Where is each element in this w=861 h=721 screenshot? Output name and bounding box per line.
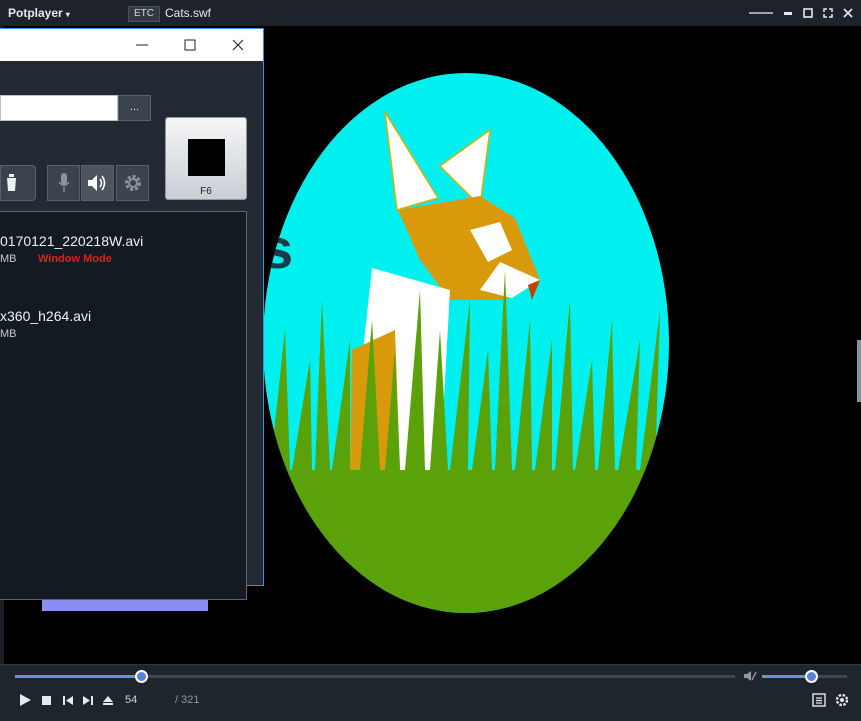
output-path-input[interactable]: [0, 95, 118, 121]
total-duration: / 321: [175, 694, 200, 706]
prev-icon[interactable]: [60, 692, 76, 708]
current-position: 54: [125, 694, 138, 706]
list-item-name[interactable]: 0170121_220218W.avi: [0, 233, 143, 249]
window-mode-tag: Window Mode: [38, 253, 112, 265]
maximize-icon[interactable]: [182, 37, 198, 53]
maximize-icon[interactable]: [803, 8, 813, 18]
dropdown-caret-icon: ▾: [65, 10, 70, 19]
close-icon[interactable]: [230, 37, 246, 53]
stop-icon[interactable]: [39, 692, 55, 708]
recorder-dialog: ... F6 0170121_220218W.avi MB Window Mod…: [0, 28, 264, 600]
speaker-icon: [88, 175, 106, 191]
recording-list[interactable]: 0170121_220218W.avi MB Window Mode x360_…: [0, 211, 247, 600]
fullscreen-icon[interactable]: [823, 8, 833, 18]
color-swatch: [188, 139, 225, 176]
mute-icon[interactable]: [743, 670, 757, 682]
side-panel-handle[interactable]: [857, 340, 861, 402]
dialog-title-bar: [0, 29, 263, 61]
title-bar: Potplayer ▾ ETC Cats.swf: [0, 0, 861, 27]
app-name: Potplayer: [8, 6, 63, 20]
opacity-slider[interactable]: [749, 12, 773, 14]
list-item-size: MB: [0, 253, 17, 265]
gear-icon: [125, 175, 141, 191]
list-item-name[interactable]: x360_h264.avi: [0, 308, 91, 324]
eject-icon[interactable]: [100, 692, 116, 708]
browse-button[interactable]: ...: [118, 95, 151, 121]
settings-icon[interactable]: [834, 692, 850, 708]
trash-icon: [6, 174, 17, 191]
microphone-icon: [58, 173, 70, 192]
volume-bar[interactable]: [762, 670, 847, 683]
microphone-button[interactable]: [47, 165, 80, 201]
seek-progress: [15, 675, 141, 678]
title-letter-s: s: [262, 217, 293, 280]
play-icon[interactable]: [17, 692, 33, 708]
minimize-icon[interactable]: [783, 8, 793, 18]
file-name: Cats.swf: [165, 6, 212, 20]
volume-handle[interactable]: [805, 670, 819, 683]
playlist-icon[interactable]: [811, 692, 827, 708]
app-menu-button[interactable]: Potplayer ▾: [8, 6, 70, 20]
volume-level: [762, 675, 812, 678]
seek-bar[interactable]: [15, 670, 735, 683]
file-tag-badge[interactable]: ETC: [128, 6, 160, 22]
next-icon[interactable]: [80, 692, 96, 708]
settings-button[interactable]: [116, 165, 149, 201]
window-controls: [749, 5, 853, 21]
delete-button[interactable]: [0, 165, 36, 201]
close-icon[interactable]: [843, 8, 853, 18]
record-color-button[interactable]: F6: [165, 117, 247, 200]
speaker-button[interactable]: [81, 165, 114, 201]
seek-handle[interactable]: [135, 670, 148, 683]
control-bar: 54 / 321: [0, 664, 861, 721]
list-item-size: MB: [0, 328, 17, 340]
grass-ground: [263, 470, 669, 613]
hotkey-label: F6: [200, 186, 212, 197]
minimize-icon[interactable]: [134, 37, 150, 53]
